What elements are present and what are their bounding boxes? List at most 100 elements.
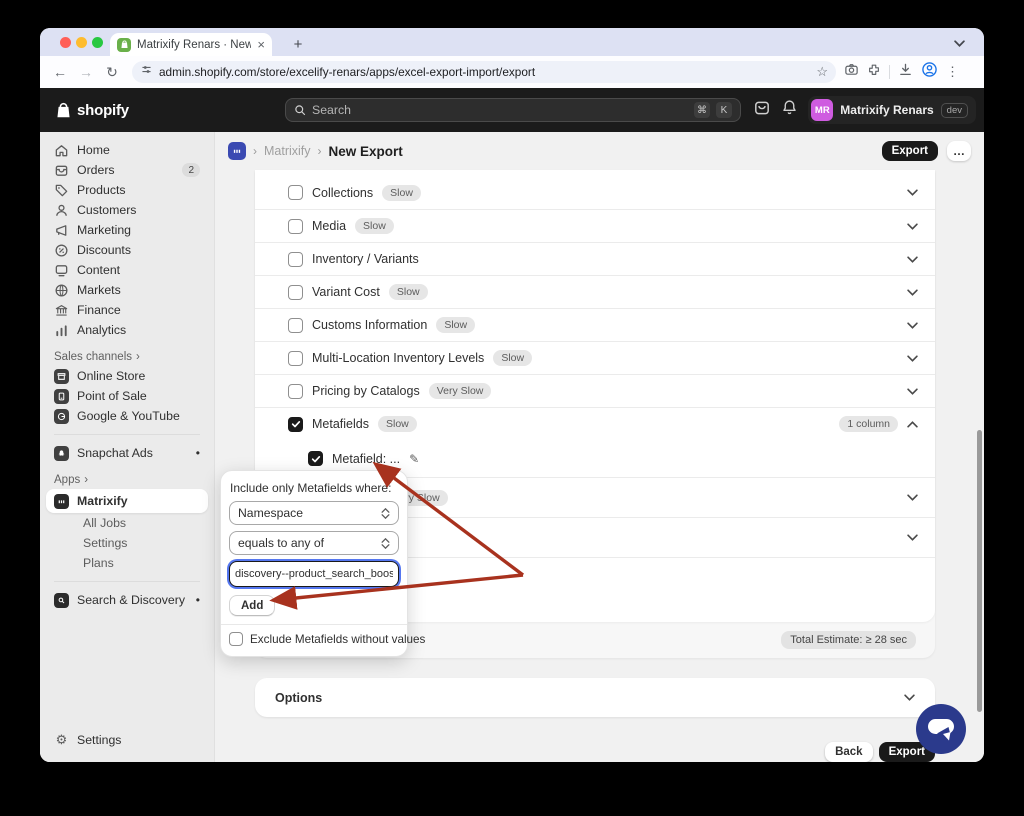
chevron-down-icon[interactable] [907,222,918,230]
inbox-icon[interactable] [753,99,771,122]
customers-icon [54,203,69,218]
sidebar-item-app-settings[interactable]: Settings [46,533,208,553]
sidebar-item-home[interactable]: Home [46,140,208,160]
new-tab-button[interactable]: + [286,32,310,56]
markets-globe-icon [54,283,69,298]
chevron-down-icon[interactable] [907,288,918,296]
user-avatar: MR [811,99,834,121]
checkbox-checked[interactable] [308,451,323,466]
row-multi-location-inventory[interactable]: Multi-Location Inventory Levels Slow [255,341,935,374]
admin-search-bar[interactable]: Search ⌘ K [285,98,741,122]
chevron-down-icon[interactable] [907,387,918,395]
apps-header[interactable]: Apps › [46,471,208,489]
bookmark-star-icon[interactable]: ☆ [816,64,828,80]
namespace-value-input[interactable] [229,561,399,587]
checkbox[interactable] [288,284,303,300]
row-inventory-variants[interactable]: Inventory / Variants [255,242,935,275]
chevron-down-icon[interactable] [907,534,918,541]
checkbox[interactable] [288,383,303,399]
chevron-down-icon[interactable] [904,694,915,701]
sidebar-item-analytics[interactable]: Analytics [46,320,208,340]
shopify-logo[interactable]: shopify [55,102,129,119]
browser-menu-icon[interactable]: ⋮ [946,64,959,80]
breadcrumb-app[interactable]: Matrixify [264,144,311,158]
sidebar-item-point-of-sale[interactable]: Point of Sale [46,386,208,406]
back-button[interactable]: Back [825,742,873,762]
extensions-puzzle-icon[interactable] [867,63,881,82]
user-menu[interactable]: MR Matrixify Renars dev [808,96,976,124]
sidebar-item-discounts[interactable]: Discounts [46,240,208,260]
sidebar-item-snapchat-ads[interactable]: Snapchat Ads • [46,443,208,463]
chevron-down-icon[interactable] [907,321,918,329]
sidebar-item-matrixify[interactable]: Matrixify [46,489,208,513]
snapchat-ads-icon [54,445,69,461]
chevron-down-icon[interactable] [907,354,918,362]
sidebar-item-finance[interactable]: Finance [46,300,208,320]
search-placeholder: Search [312,103,351,117]
row-collections[interactable]: Collections Slow [255,176,935,209]
url-text[interactable]: admin.shopify.com/store/excelify-renars/… [159,65,810,79]
back-icon[interactable]: ← [48,60,72,84]
chevron-down-icon[interactable] [907,255,918,263]
screenshot-camera-icon[interactable] [844,62,859,82]
matrixify-breadcrumb-icon[interactable] [228,142,246,160]
content-icon [54,263,69,278]
site-settings-icon[interactable] [140,63,153,81]
row-metafields[interactable]: Metafields Slow 1 column [255,407,935,440]
add-button[interactable]: Add [229,595,276,616]
edit-pencil-icon[interactable]: ✎ [409,452,419,466]
chevron-up-icon[interactable] [907,420,918,428]
exclude-metafields-checkbox-row[interactable]: Exclude Metafields without values [229,632,425,648]
sidebar-item-settings[interactable]: ⚙ Settings [46,730,208,750]
sidebar-item-plans[interactable]: Plans [46,553,208,573]
checkbox[interactable] [288,218,303,234]
sidebar-item-marketing[interactable]: Marketing [46,220,208,240]
checkbox[interactable] [288,185,303,200]
sidebar-item-label: Online Store [77,369,146,383]
tab-search-chevron-icon[interactable] [948,34,970,52]
sales-channels-header[interactable]: Sales channels › [46,348,208,366]
sidebar-item-online-store[interactable]: Online Store [46,366,208,386]
close-tab-icon[interactable]: × [257,38,265,51]
checkbox[interactable] [288,317,303,333]
checkbox-checked[interactable] [288,416,303,432]
sidebar-item-customers[interactable]: Customers [46,200,208,220]
sidebar-item-markets[interactable]: Markets [46,280,208,300]
more-actions-button[interactable]: … [947,141,971,161]
chevron-down-icon[interactable] [907,494,918,501]
forward-icon[interactable]: → [74,60,98,84]
sidebar-item-search-discovery[interactable]: Search & Discovery • [46,590,208,610]
sidebar-item-products[interactable]: Products [46,180,208,200]
close-window-button[interactable] [60,36,71,48]
row-variant-cost[interactable]: Variant Cost Slow [255,275,935,308]
minimize-window-button[interactable] [76,36,87,48]
notifications-bell-icon[interactable] [781,99,798,121]
row-media[interactable]: Media Slow [255,209,935,242]
page-title: New Export [328,143,403,159]
browser-tab[interactable]: Matrixify Renars · New Export × [110,33,272,56]
checkbox[interactable] [229,632,243,646]
sidebar-item-all-jobs[interactable]: All Jobs [46,513,208,533]
address-bar[interactable]: admin.shopify.com/store/excelify-renars/… [132,61,836,83]
sidebar-item-label: Point of Sale [77,389,147,403]
chat-launcher-button[interactable] [913,701,969,762]
status-dot: • [195,446,200,460]
zoom-window-button[interactable] [92,36,103,48]
operator-select[interactable]: equals to any of [229,531,399,555]
profile-avatar-icon[interactable] [921,61,938,83]
sidebar-item-orders[interactable]: Orders 2 [46,160,208,180]
downloads-icon[interactable] [898,62,913,82]
field-select[interactable]: Namespace [229,501,399,525]
sidebar-item-label: Settings [83,536,128,550]
options-card[interactable]: Options [255,678,935,717]
chevron-down-icon[interactable] [907,189,918,196]
reload-icon[interactable]: ↻ [100,60,124,84]
export-button-header[interactable]: Export [881,141,938,161]
scrollbar-thumb[interactable] [977,430,982,712]
sidebar-item-content[interactable]: Content [46,260,208,280]
checkbox[interactable] [288,251,303,267]
row-pricing-by-catalogs[interactable]: Pricing by Catalogs Very Slow [255,374,935,407]
sidebar-item-google-youtube[interactable]: Google & YouTube [46,406,208,426]
row-customs-information[interactable]: Customs Information Slow [255,308,935,341]
checkbox[interactable] [288,350,303,366]
